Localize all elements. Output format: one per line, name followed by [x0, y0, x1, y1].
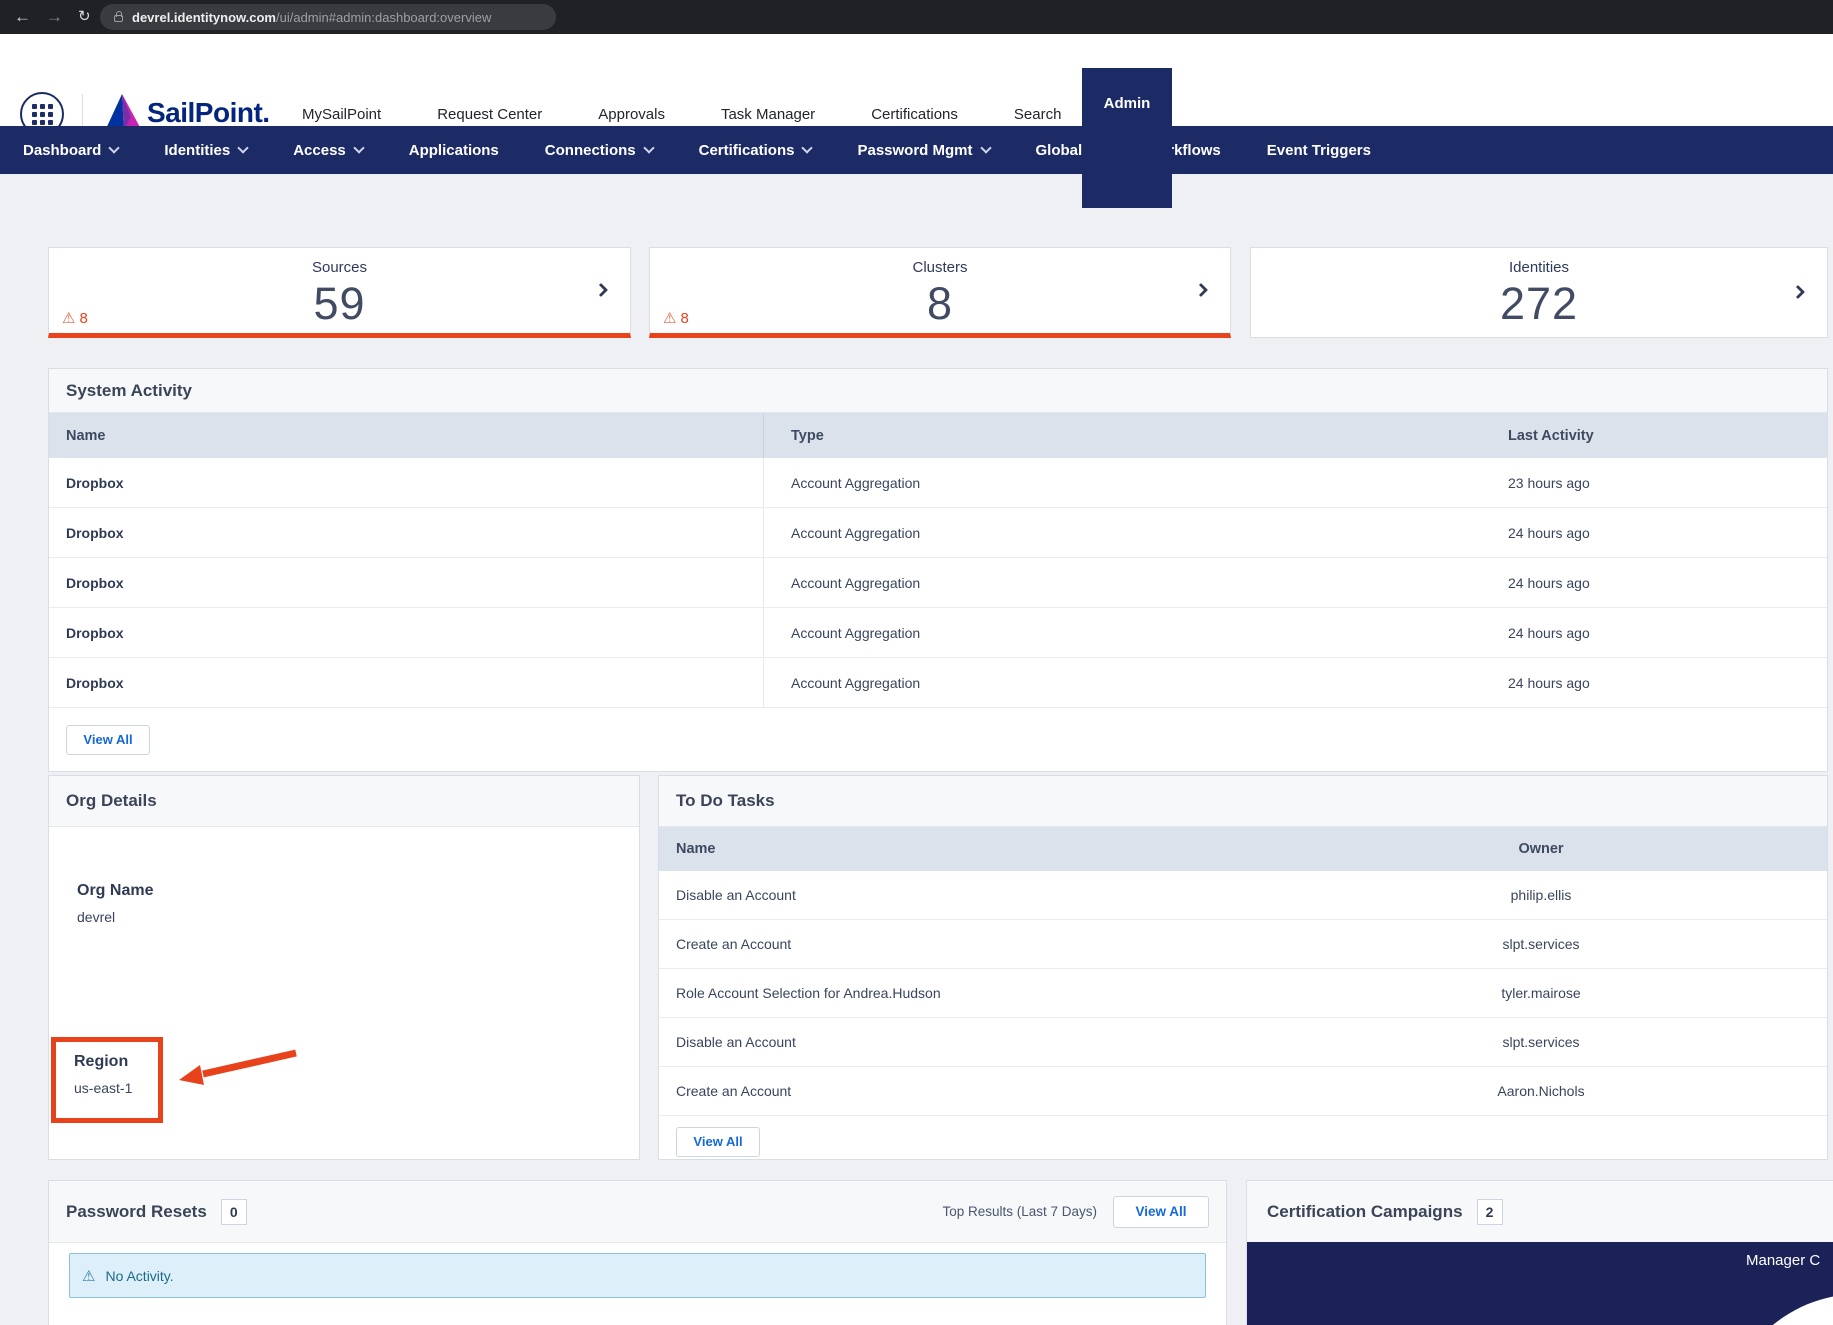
clusters-label: Clusters: [650, 259, 1230, 276]
region-label: Region: [74, 1053, 158, 1071]
top-results-label: Top Results (Last 7 Days): [942, 1204, 1097, 1219]
url-path: /ui/admin#admin:dashboard:overview: [276, 10, 491, 25]
system-activity-row[interactable]: Dropbox Account Aggregation 24 hours ago: [49, 508, 1827, 558]
todo-task-row[interactable]: Create an Account slpt.services: [659, 920, 1827, 969]
warning-icon: ⚠: [663, 310, 676, 327]
browser-reload-icon[interactable]: ↻: [78, 0, 91, 34]
sailpoint-wordmark: SailPoint.: [147, 97, 270, 129]
password-resets-title: Password Resets: [66, 1202, 207, 1222]
password-resets-view-all-button[interactable]: View All: [1113, 1196, 1209, 1228]
campaign-chart-panel[interactable]: Manager C: [1247, 1242, 1833, 1325]
warning-icon: ⚠: [62, 310, 75, 327]
chevron-down-icon: [109, 142, 120, 153]
subnav-access[interactable]: Access: [293, 142, 363, 159]
nav-mysailpoint[interactable]: MySailPoint: [302, 106, 381, 123]
subnav-certifications[interactable]: Certifications: [699, 142, 812, 159]
certification-campaigns-panel: Certification Campaigns 2 Manager C: [1246, 1180, 1833, 1325]
password-resets-panel: Password Resets 0 Top Results (Last 7 Da…: [48, 1180, 1227, 1325]
browser-chrome: ← → ↻ devrel.identitynow.com/ui/admin#ad…: [0, 0, 1833, 34]
sources-warning: ⚠8: [62, 309, 88, 327]
system-activity-row[interactable]: Dropbox Account Aggregation 23 hours ago: [49, 458, 1827, 508]
campaign-name-label: Manager C: [1746, 1252, 1820, 1269]
column-header-type: Type: [763, 413, 1063, 458]
clusters-warning: ⚠8: [663, 309, 689, 327]
column-header-name: Name: [676, 827, 716, 871]
identities-label: Identities: [1251, 259, 1827, 276]
nav-request-center[interactable]: Request Center: [437, 106, 542, 123]
nav-task-manager[interactable]: Task Manager: [721, 106, 815, 123]
nav-certifications[interactable]: Certifications: [871, 106, 958, 123]
clusters-card[interactable]: Clusters 8 ⚠8: [649, 247, 1231, 338]
chevron-down-icon: [643, 142, 654, 153]
url-domain: devrel.identitynow.com: [132, 10, 276, 25]
column-header-name: Name: [66, 413, 106, 458]
system-activity-row[interactable]: Dropbox Account Aggregation 24 hours ago: [49, 658, 1827, 708]
sources-count: 59: [49, 278, 630, 330]
admin-subnav: Dashboard Identities Access Applications…: [0, 126, 1833, 174]
region-value: us-east-1: [74, 1080, 158, 1096]
system-activity-title: System Activity: [66, 381, 192, 401]
subnav-password-mgmt[interactable]: Password Mgmt: [857, 142, 989, 159]
password-resets-count-badge: 0: [221, 1199, 247, 1225]
chevron-down-icon: [238, 142, 249, 153]
browser-forward-icon[interactable]: →: [46, 0, 63, 34]
sources-label: Sources: [49, 259, 630, 276]
org-name-value: devrel: [77, 909, 153, 925]
campaign-donut-chart: [1724, 1294, 1833, 1325]
org-name-label: Org Name: [77, 882, 153, 900]
identities-card[interactable]: Identities 272: [1250, 247, 1828, 338]
todo-tasks-title: To Do Tasks: [676, 791, 775, 811]
todo-task-row[interactable]: Disable an Account philip.ellis: [659, 871, 1827, 920]
chevron-down-icon: [980, 142, 991, 153]
system-activity-view-all-button[interactable]: View All: [66, 725, 150, 755]
todo-task-row[interactable]: Disable an Account slpt.services: [659, 1018, 1827, 1067]
nav-admin-active-tab[interactable]: Admin: [1082, 68, 1172, 208]
system-activity-panel: System Activity Name Type Last Activity …: [48, 368, 1828, 772]
browser-back-icon[interactable]: ←: [14, 0, 31, 34]
todo-task-row[interactable]: Role Account Selection for Andrea.Hudson…: [659, 969, 1827, 1018]
todo-tasks-header-row: Name Owner: [659, 827, 1827, 871]
todo-task-row[interactable]: Create an Account Aaron.Nichols: [659, 1067, 1827, 1116]
no-activity-message: No Activity.: [105, 1268, 173, 1284]
org-details-title: Org Details: [66, 791, 157, 811]
address-bar[interactable]: devrel.identitynow.com/ui/admin#admin:da…: [100, 4, 556, 30]
certification-campaigns-title: Certification Campaigns: [1267, 1202, 1463, 1222]
system-activity-row[interactable]: Dropbox Account Aggregation 24 hours ago: [49, 608, 1827, 658]
sources-card[interactable]: Sources 59 ⚠8: [48, 247, 631, 338]
column-header-last-activity: Last Activity: [1508, 413, 1594, 458]
clusters-count: 8: [650, 278, 1230, 330]
red-arrow-annotation: [171, 1041, 311, 1096]
no-activity-alert: ⚠ No Activity.: [69, 1253, 1206, 1298]
lock-icon: [114, 15, 123, 22]
subnav-identities[interactable]: Identities: [164, 142, 247, 159]
chevron-down-icon: [802, 142, 813, 153]
identities-count: 272: [1251, 278, 1827, 330]
column-header-owner: Owner: [1441, 827, 1641, 871]
app-header: SailPoint. MySailPoint Request Center Ap…: [0, 34, 1833, 126]
subnav-applications[interactable]: Applications: [409, 142, 499, 159]
subnav-dashboard[interactable]: Dashboard: [23, 142, 118, 159]
nav-search[interactable]: Search: [1014, 106, 1062, 123]
subnav-event-triggers[interactable]: Event Triggers: [1267, 142, 1371, 159]
nav-approvals[interactable]: Approvals: [598, 106, 665, 123]
system-activity-header-row: Name Type Last Activity: [49, 413, 1827, 458]
system-activity-row[interactable]: Dropbox Account Aggregation 24 hours ago: [49, 558, 1827, 608]
certification-campaigns-count-badge: 2: [1477, 1199, 1503, 1225]
alert-icon: ⚠: [82, 1267, 95, 1285]
region-highlight-box: Region us-east-1: [51, 1037, 163, 1123]
chevron-down-icon: [353, 142, 364, 153]
todo-tasks-panel: To Do Tasks Name Owner Disable an Accoun…: [658, 775, 1828, 1160]
org-details-panel: Org Details Org Name devrel Region us-ea…: [48, 775, 640, 1160]
todo-tasks-view-all-button[interactable]: View All: [676, 1127, 760, 1157]
subnav-connections[interactable]: Connections: [545, 142, 653, 159]
identitynow-admin-dashboard: ← → ↻ devrel.identitynow.com/ui/admin#ad…: [0, 0, 1833, 1325]
